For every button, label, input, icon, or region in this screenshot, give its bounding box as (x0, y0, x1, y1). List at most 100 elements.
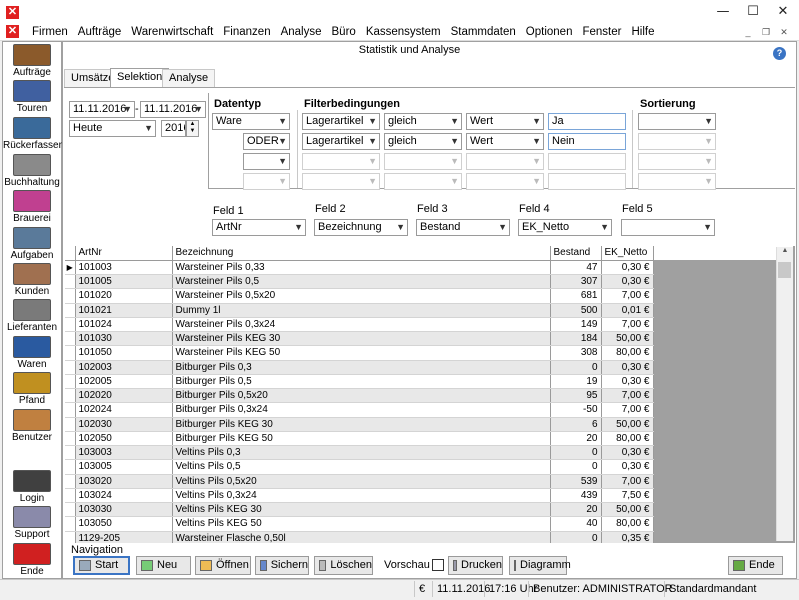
cell-artnr[interactable]: 1129-205 (75, 531, 173, 543)
cell-bestand[interactable]: 681 (550, 288, 602, 304)
cell-bezeichnung[interactable]: Warsteiner Pils KEG 50 (172, 345, 551, 361)
cell-bezeichnung[interactable]: Warsteiner Pils 0,5 (172, 274, 551, 290)
scroll-up-icon[interactable]: ▲ (777, 247, 793, 254)
cell-bestand[interactable]: 6 (550, 417, 602, 432)
cell-bezeichnung[interactable]: Bitburger Pils KEG 30 (172, 417, 551, 432)
cell-bezeichnung[interactable]: Bitburger Pils 0,3 (172, 360, 551, 375)
cell-bezeichnung[interactable]: Veltins Pils KEG 50 (172, 516, 551, 532)
period-select[interactable]: Heute ▼ (69, 120, 156, 137)
sidebar-item-auftr-ge[interactable]: Aufträge (3, 44, 61, 79)
cell-bezeichnung[interactable]: Veltins Pils 0,5 (172, 459, 551, 475)
vorschau-checkbox[interactable] (432, 559, 444, 571)
filter3-operator-select[interactable]: ▼ (384, 153, 462, 170)
conjunction-select-3[interactable]: ▼ (243, 153, 290, 170)
cell-ek-netto[interactable]: 50,00 € (601, 331, 654, 347)
table-row[interactable]: 103005 Veltins Pils 0,5 0 0,30 € (65, 459, 793, 475)
feld3-select[interactable]: Bestand ▼ (416, 219, 510, 236)
cell-ek-netto[interactable]: 0,01 € (601, 303, 654, 318)
sidebar-item-aufgaben[interactable]: Aufgaben (3, 227, 61, 262)
cell-bezeichnung[interactable]: Veltins Pils 0,3 (172, 445, 551, 461)
cell-bezeichnung[interactable]: Bitburger Pils 0,5x20 (172, 388, 551, 404)
cell-ek-netto[interactable]: 7,00 € (601, 402, 654, 418)
cell-ek-netto[interactable]: 0,35 € (601, 531, 654, 543)
cell-ek-netto[interactable]: 0,30 € (601, 360, 654, 375)
cell-bestand[interactable]: 184 (550, 331, 602, 347)
menu-buero[interactable]: Büro (327, 25, 361, 39)
cell-bestand[interactable]: 20 (550, 502, 602, 518)
sidebar-item-benutzer[interactable]: Benutzer (3, 409, 61, 444)
cell-bezeichnung[interactable]: Bitburger Pils 0,5 (172, 374, 551, 390)
filter2-field-select[interactable]: Lagerartikel ▼ (302, 133, 380, 150)
start-button[interactable]: Start (73, 556, 130, 575)
cell-bestand[interactable]: 19 (550, 374, 602, 390)
cell-ek-netto[interactable]: 7,50 € (601, 488, 654, 504)
help-icon[interactable]: ? (773, 47, 786, 60)
feld2-select[interactable]: Bezeichnung ▼ (314, 219, 408, 236)
table-row[interactable]: 102024 Bitburger Pils 0,3x24 -50 7,00 € (65, 402, 793, 418)
filter4-operator-select[interactable]: ▼ (384, 173, 462, 190)
mdi-close-button[interactable]: ✕ (777, 26, 791, 38)
cell-artnr[interactable]: 101024 (75, 317, 173, 333)
filter4-mode-select[interactable]: ▼ (466, 173, 544, 190)
maximize-button[interactable]: ☐ (738, 2, 768, 22)
table-row[interactable]: 101030 Warsteiner Pils KEG 30 184 50,00 € (65, 331, 793, 347)
menu-warenwirtschaft[interactable]: Warenwirtschaft (126, 25, 218, 39)
datentyp-select[interactable]: Ware ▼ (212, 113, 290, 130)
conjunction-select-4[interactable]: ▼ (243, 173, 290, 190)
filter3-mode-select[interactable]: ▼ (466, 153, 544, 170)
cell-bestand[interactable]: 0 (550, 531, 602, 543)
cell-artnr[interactable]: 103005 (75, 459, 173, 475)
table-row[interactable]: 101020 Warsteiner Pils 0,5x20 681 7,00 € (65, 288, 793, 304)
cell-ek-netto[interactable]: 7,00 € (601, 288, 654, 304)
cell-ek-netto[interactable]: 50,00 € (601, 417, 654, 432)
filter2-mode-select[interactable]: Wert ▼ (466, 133, 544, 150)
cell-ek-netto[interactable]: 7,00 € (601, 317, 654, 333)
cell-bestand[interactable]: 439 (550, 488, 602, 504)
filter2-value-input[interactable]: Nein (548, 133, 626, 150)
cell-artnr[interactable]: 103003 (75, 445, 173, 461)
cell-ek-netto[interactable]: 0,30 € (601, 274, 654, 290)
menu-finanzen[interactable]: Finanzen (218, 25, 275, 39)
year-field[interactable]: 2016 (161, 120, 186, 137)
cell-artnr[interactable]: 103020 (75, 474, 173, 489)
sidebar-item-kunden[interactable]: Kunden (3, 263, 61, 298)
menu-stammdaten[interactable]: Stammdaten (446, 25, 521, 39)
table-row[interactable]: 102005 Bitburger Pils 0,5 19 0,30 € (65, 374, 793, 390)
cell-bestand[interactable]: -50 (550, 402, 602, 418)
cell-bestand[interactable]: 539 (550, 474, 602, 489)
table-row[interactable]: 101024 Warsteiner Pils 0,3x24 149 7,00 € (65, 317, 793, 333)
feld5-select[interactable]: ▼ (621, 219, 715, 236)
sidebar-item-brauerei[interactable]: Brauerei (3, 190, 61, 225)
cell-bezeichnung[interactable]: Dummy 1l (172, 303, 551, 318)
cell-bestand[interactable]: 0 (550, 445, 602, 461)
filter1-field-select[interactable]: Lagerartikel ▼ (302, 113, 380, 130)
table-row[interactable]: ▶ 101003 Warsteiner Pils 0,33 47 0,30 € (65, 260, 793, 276)
cell-artnr[interactable]: 101003 (75, 260, 173, 276)
sidebar-item-lieferanten[interactable]: Lieferanten (3, 299, 61, 334)
feld4-select[interactable]: EK_Netto ▼ (518, 219, 612, 236)
cell-bestand[interactable]: 95 (550, 388, 602, 404)
menu-auftraege[interactable]: Aufträge (73, 25, 126, 39)
cell-artnr[interactable]: 103050 (75, 516, 173, 532)
cell-artnr[interactable]: 102030 (75, 417, 173, 432)
filter2-operator-select[interactable]: gleich ▼ (384, 133, 462, 150)
cell-artnr[interactable]: 101005 (75, 274, 173, 290)
table-row[interactable]: 103024 Veltins Pils 0,3x24 439 7,50 € (65, 488, 793, 504)
cell-bestand[interactable]: 20 (550, 431, 602, 447)
table-row[interactable]: 102003 Bitburger Pils 0,3 0 0,30 € (65, 360, 793, 375)
menu-fenster[interactable]: Fenster (577, 25, 626, 39)
cell-bezeichnung[interactable]: Warsteiner Pils 0,3x24 (172, 317, 551, 333)
cell-ek-netto[interactable]: 0,30 € (601, 459, 654, 475)
cell-bezeichnung[interactable]: Veltins Pils 0,3x24 (172, 488, 551, 504)
table-row[interactable]: 102030 Bitburger Pils KEG 30 6 50,00 € (65, 417, 793, 432)
table-row[interactable]: 103003 Veltins Pils 0,3 0 0,30 € (65, 445, 793, 461)
filter3-field-select[interactable]: ▼ (302, 153, 380, 170)
conjunction-select[interactable]: ODER ▼ (243, 133, 290, 150)
menu-analyse[interactable]: Analyse (276, 25, 327, 39)
cell-bestand[interactable]: 308 (550, 345, 602, 361)
sidebar-item-touren[interactable]: Touren (3, 80, 61, 115)
sidebar-item-ende[interactable]: Ende (3, 543, 61, 578)
sidebar-item-login[interactable]: Login (3, 470, 61, 505)
sidebar-item-waren[interactable]: Waren (3, 336, 61, 371)
cell-bezeichnung[interactable]: Veltins Pils KEG 30 (172, 502, 551, 518)
